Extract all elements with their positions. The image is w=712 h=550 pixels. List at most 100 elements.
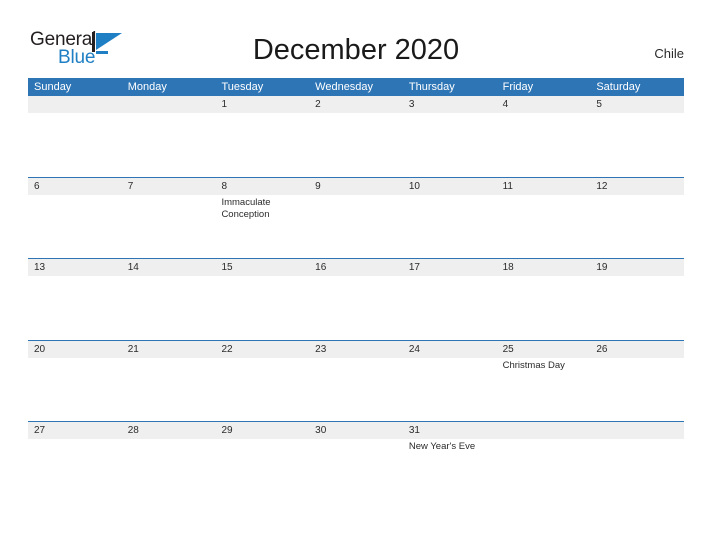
weekday-header-saturday: Saturday [596,81,641,93]
day-cell-31[interactable]: 31 New Year's Eve [403,422,497,503]
day-number: 14 [127,262,139,273]
weekday-header-friday: Friday [502,81,534,93]
page-header: General Blue December 2020 Chile [0,0,712,78]
day-cell-19[interactable]: 19 [590,259,684,340]
day-number: 20 [34,343,46,355]
day-cell-empty [497,422,591,503]
day-cell-26[interactable]: 26 [590,341,684,422]
week-cells: 1 2 3 4 5 [28,96,684,177]
day-cell-27[interactable]: 27 [28,422,122,503]
day-cell-30[interactable]: 30 [309,422,403,503]
day-number: 21 [127,343,139,355]
day-number: 27 [34,425,46,436]
day-cell-13[interactable]: 13 [28,259,122,340]
holiday-label: Immaculate Conception [221,196,271,220]
day-number: 12 [596,180,608,192]
day-cell-14[interactable]: 14 [122,259,216,340]
weekday-header-thursday: Thursday [408,81,455,93]
day-events: New Year's Eve [409,441,497,453]
day-number: 1 [221,99,227,110]
week-cells: 27 28 29 30 31 New Year's Eve [28,422,684,503]
day-cell-25[interactable]: 25 Christmas Day [497,341,591,422]
day-number: 25 [502,343,514,355]
day-cell-9[interactable]: 9 [309,178,403,259]
day-number: 6 [34,180,40,192]
day-cell-22[interactable]: 22 [215,341,309,422]
day-number [503,422,591,439]
weekday-header-sunday: Sunday [34,81,72,93]
calendar-week-row: 27 28 29 30 31 New Year's Eve [28,421,684,503]
day-number: 3 [408,99,415,110]
day-cell-21[interactable]: 21 [122,341,216,422]
day-cell-12[interactable]: 12 [590,178,684,259]
week-cells: 20 21 22 23 24 25 Christmas Day 26 [28,340,684,422]
day-number: 9 [315,180,321,192]
day-cell-1[interactable]: 1 [215,96,309,177]
day-number: 16 [315,262,327,273]
day-number: 11 [502,180,513,192]
day-cell-23[interactable]: 23 [309,341,403,422]
calendar-weeks: 1 2 3 4 5 6 7 8 Immaculate Conception 9 10 11 12 13 14… [28,96,684,503]
weekday-header-wednesday: Wednesday [315,81,374,93]
weekday-header-monday: Monday [127,81,167,93]
day-number: 26 [596,343,608,355]
calendar-page: General Blue December 2020 Chile Sunday M… [0,0,712,550]
day-cell-20[interactable]: 20 [28,341,122,422]
holiday-label: New Year's Eve [408,441,476,452]
day-cell-2[interactable]: 2 [309,96,403,177]
day-number: 24 [408,343,420,355]
day-cell-7[interactable]: 7 [122,178,216,259]
day-number: 10 [408,180,420,192]
day-cell-11[interactable]: 11 [497,178,591,259]
page-title: December 2020 [252,34,460,66]
calendar-week-row: 1 2 3 4 5 [28,96,684,177]
day-cell-3[interactable]: 3 [403,96,497,177]
calendar-week-row: 20 21 22 23 24 25 Christmas Day 26 [28,339,684,422]
day-number: 7 [127,180,134,192]
day-cell-17[interactable]: 17 [403,259,497,340]
calendar-week-row: 6 7 8 Immaculate Conception 9 10 11 12 [28,176,684,259]
day-cell-18[interactable]: 18 [497,259,591,340]
day-number: 15 [221,262,233,273]
day-number [596,422,684,439]
day-cell-empty [122,96,216,177]
day-cell-empty [28,96,122,177]
weekday-header-tuesday: Tuesday [221,81,264,93]
day-cell-6[interactable]: 6 [28,178,122,259]
holiday-label: Christmas Day [502,359,565,371]
day-number: 19 [596,262,608,273]
day-cell-5[interactable]: 5 [590,96,684,177]
week-cells: 6 7 8 Immaculate Conception 9 10 11 12 [28,177,684,259]
day-cell-8[interactable]: 8 Immaculate Conception [215,178,309,259]
day-cell-24[interactable]: 24 [403,341,497,422]
calendar-grid: Sunday Monday Tuesday Wednesday Thursday Frid… [28,78,684,503]
day-number: 30 [315,425,327,436]
day-cell-10[interactable]: 10 [403,178,497,259]
day-number: 28 [127,425,139,436]
day-number: 4 [502,99,509,110]
day-number [128,96,216,113]
day-number: 8 [221,180,227,192]
day-cell-28[interactable]: 28 [122,422,216,503]
day-events: Christmas Day [503,360,591,372]
calendar-week-row: 13 14 15 16 17 18 19 [28,258,684,340]
weekday-header-row: Sunday Monday Tuesday Wednesday Thursday Frid… [28,78,684,96]
day-number: 18 [502,262,514,273]
week-cells: 13 14 15 16 17 18 19 [28,259,684,340]
day-number: 22 [221,343,233,355]
day-number [34,96,122,113]
day-number: 31 [408,425,420,436]
country-label: Chile [654,46,684,61]
day-number: 5 [596,99,602,110]
day-number: 13 [34,262,46,273]
day-cell-29[interactable]: 29 [215,422,309,503]
day-cell-16[interactable]: 16 [309,259,403,340]
day-number: 29 [221,425,233,436]
day-cell-15[interactable]: 15 [215,259,309,340]
day-cell-4[interactable]: 4 [497,96,591,177]
day-number: 2 [315,99,321,110]
day-number: 17 [408,262,420,273]
day-number: 23 [315,343,327,355]
day-cell-empty [590,422,684,503]
day-events: Immaculate Conception [221,197,309,221]
